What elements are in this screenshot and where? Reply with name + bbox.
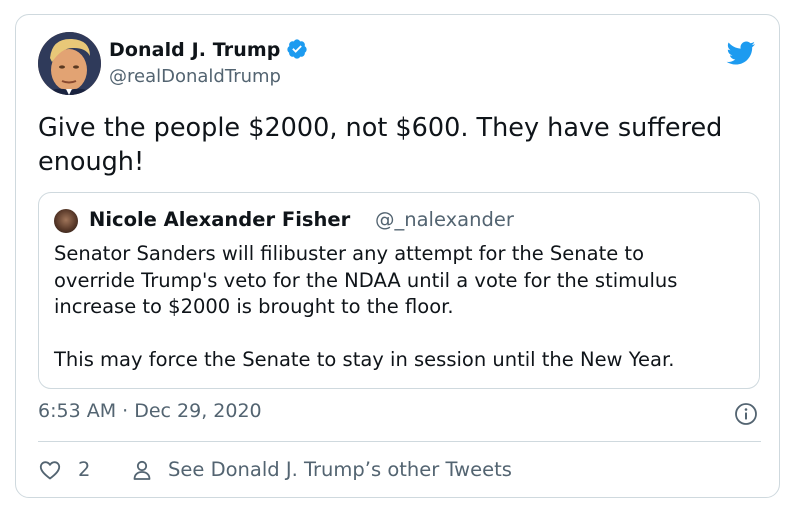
info-icon[interactable] [734,402,758,426]
quoted-tweet[interactable]: Nicole Alexander Fisher @_nalexander Sen… [38,192,760,389]
author-name[interactable]: Donald J. Trump [109,39,280,61]
quoted-author-avatar[interactable] [54,209,78,233]
like-count[interactable]: 2 [78,458,90,481]
divider [38,441,761,442]
twitter-bird-icon[interactable] [723,38,758,68]
person-icon[interactable] [130,458,154,482]
see-other-tweets-link[interactable]: See Donald J. Trump’s other Tweets [168,458,512,481]
author-avatar[interactable] [38,32,101,95]
avatar-portrait-icon [38,32,101,95]
author-handle[interactable]: @realDonaldTrump [109,66,281,87]
tweet-text: Give the people $2000, not $600. They ha… [38,113,723,177]
quoted-author-name[interactable]: Nicole Alexander Fisher [89,208,350,231]
quoted-author-handle[interactable]: @_nalexander [375,208,514,231]
quoted-tweet-text: Senator Sanders will filibuster any atte… [54,242,678,371]
verified-badge-icon [287,39,307,59]
heart-icon[interactable] [38,458,62,482]
tweet-card[interactable]: Donald J. Trump @realDonaldTrump Give th… [15,14,780,498]
tweet-timestamp[interactable]: 6:53 AM · Dec 29, 2020 [38,400,262,422]
